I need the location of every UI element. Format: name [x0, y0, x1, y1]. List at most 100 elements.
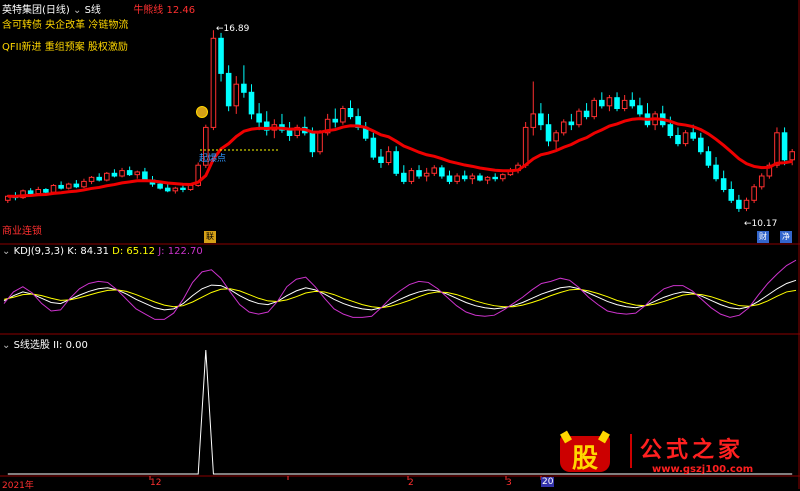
candle-body: [134, 171, 141, 176]
candle: [416, 165, 422, 179]
candle-body: [142, 171, 148, 181]
dropdown-icon[interactable]: ⌄: [73, 5, 81, 16]
kdj-k-value: K: 84.31: [67, 246, 109, 257]
candle-body: [690, 132, 696, 139]
candle: [560, 119, 567, 136]
candle-body: [789, 151, 795, 161]
event-badge-cai[interactable]: 财: [757, 231, 769, 243]
dropdown-icon[interactable]: ⌄: [2, 246, 10, 257]
candle: [469, 173, 476, 185]
candle: [568, 113, 575, 131]
candle: [492, 173, 498, 182]
candle: [263, 111, 270, 136]
candle-body: [591, 99, 597, 118]
bull-bear-line: [7, 117, 793, 198]
time-axis-label-3: 3: [506, 478, 512, 488]
candle: [713, 157, 719, 182]
kdj-title[interactable]: KDJ(9,3,3): [14, 246, 64, 257]
time-axis-label-1: 12: [150, 478, 162, 488]
candle-body: [423, 172, 430, 177]
candle-body: [583, 110, 590, 118]
candle: [401, 165, 407, 185]
candle: [241, 65, 247, 98]
candle: [218, 32, 224, 82]
candle-body: [347, 108, 354, 118]
candle: [454, 173, 460, 185]
candle: [256, 103, 262, 131]
candle-body: [545, 124, 552, 142]
candle: [720, 170, 727, 193]
candle-body: [408, 170, 415, 182]
industry-label: 商业连锁: [2, 226, 42, 237]
candle: [736, 194, 742, 212]
event-badge-jing[interactable]: 净: [780, 231, 792, 243]
concept-tags-row1: 含可转债 央企改革 冷链物流: [2, 20, 129, 31]
candle: [583, 103, 590, 120]
dropdown-icon[interactable]: ⌄: [2, 340, 10, 351]
candle: [370, 132, 377, 160]
event-badge-lian[interactable]: 联: [204, 231, 216, 243]
candle-body: [88, 176, 95, 182]
candle: [50, 184, 57, 193]
candle-body: [385, 151, 392, 163]
candle: [545, 113, 552, 147]
candle: [675, 127, 681, 147]
candle-body: [111, 172, 118, 177]
time-axis-label-4[interactable]: 20: [541, 477, 555, 487]
candle-body: [50, 184, 57, 193]
candle: [73, 180, 80, 189]
candle-body: [241, 83, 247, 93]
candle-body: [218, 37, 224, 74]
candle-body: [439, 167, 445, 177]
candle-body: [378, 156, 384, 164]
candle: [446, 170, 453, 185]
candle-body: [492, 176, 498, 180]
money-bag-icon[interactable]: [196, 106, 208, 118]
candle-body: [728, 189, 735, 201]
candle: [81, 178, 87, 189]
candle: [423, 167, 430, 182]
candle-body: [370, 137, 377, 158]
chart-header: 英特集团(日线) ⌄ S线 牛熊线 12.46: [2, 1, 195, 16]
candle: [248, 84, 255, 120]
candle-body: [720, 178, 727, 190]
candle: [705, 146, 712, 168]
candle-body: [682, 132, 689, 145]
indicator-name[interactable]: S线: [85, 5, 101, 16]
candle: [614, 92, 620, 112]
candle-body: [96, 176, 102, 181]
candle-body: [484, 176, 491, 181]
watermark-logo: 股: [560, 430, 610, 476]
kdj-d-value: D: 65.12: [112, 246, 156, 257]
candle-body: [172, 187, 179, 192]
candle-body: [751, 186, 757, 201]
candle: [332, 108, 339, 128]
watermark-divider: [630, 434, 632, 468]
candle-body: [210, 37, 217, 128]
candle: [58, 181, 64, 190]
candle: [553, 130, 559, 149]
sline-title[interactable]: S线选股: [14, 340, 50, 351]
candle-body: [705, 151, 712, 166]
candle: [621, 95, 628, 112]
concept-tags-row2: QFII新进 重组预案 股权激励: [2, 42, 128, 53]
candle: [126, 166, 133, 176]
candle-body: [187, 184, 194, 190]
candle: [233, 76, 240, 114]
candle-body: [317, 132, 323, 153]
low-price-label: ←10.17: [744, 219, 778, 229]
kdj-lines-layer: [3, 259, 797, 320]
candle: [758, 173, 765, 190]
time-axis-label-0: 2021年: [2, 481, 34, 491]
signal-label: 起爆点: [199, 154, 227, 164]
candle-body: [454, 175, 460, 182]
candle: [781, 127, 788, 166]
candle-body: [774, 132, 780, 166]
candle: [606, 95, 613, 112]
candle: [225, 65, 232, 112]
candle-body: [530, 113, 537, 128]
candlestick-series: [5, 30, 795, 212]
candle-body: [568, 121, 575, 126]
candle: [111, 169, 118, 178]
candle: [538, 103, 544, 131]
